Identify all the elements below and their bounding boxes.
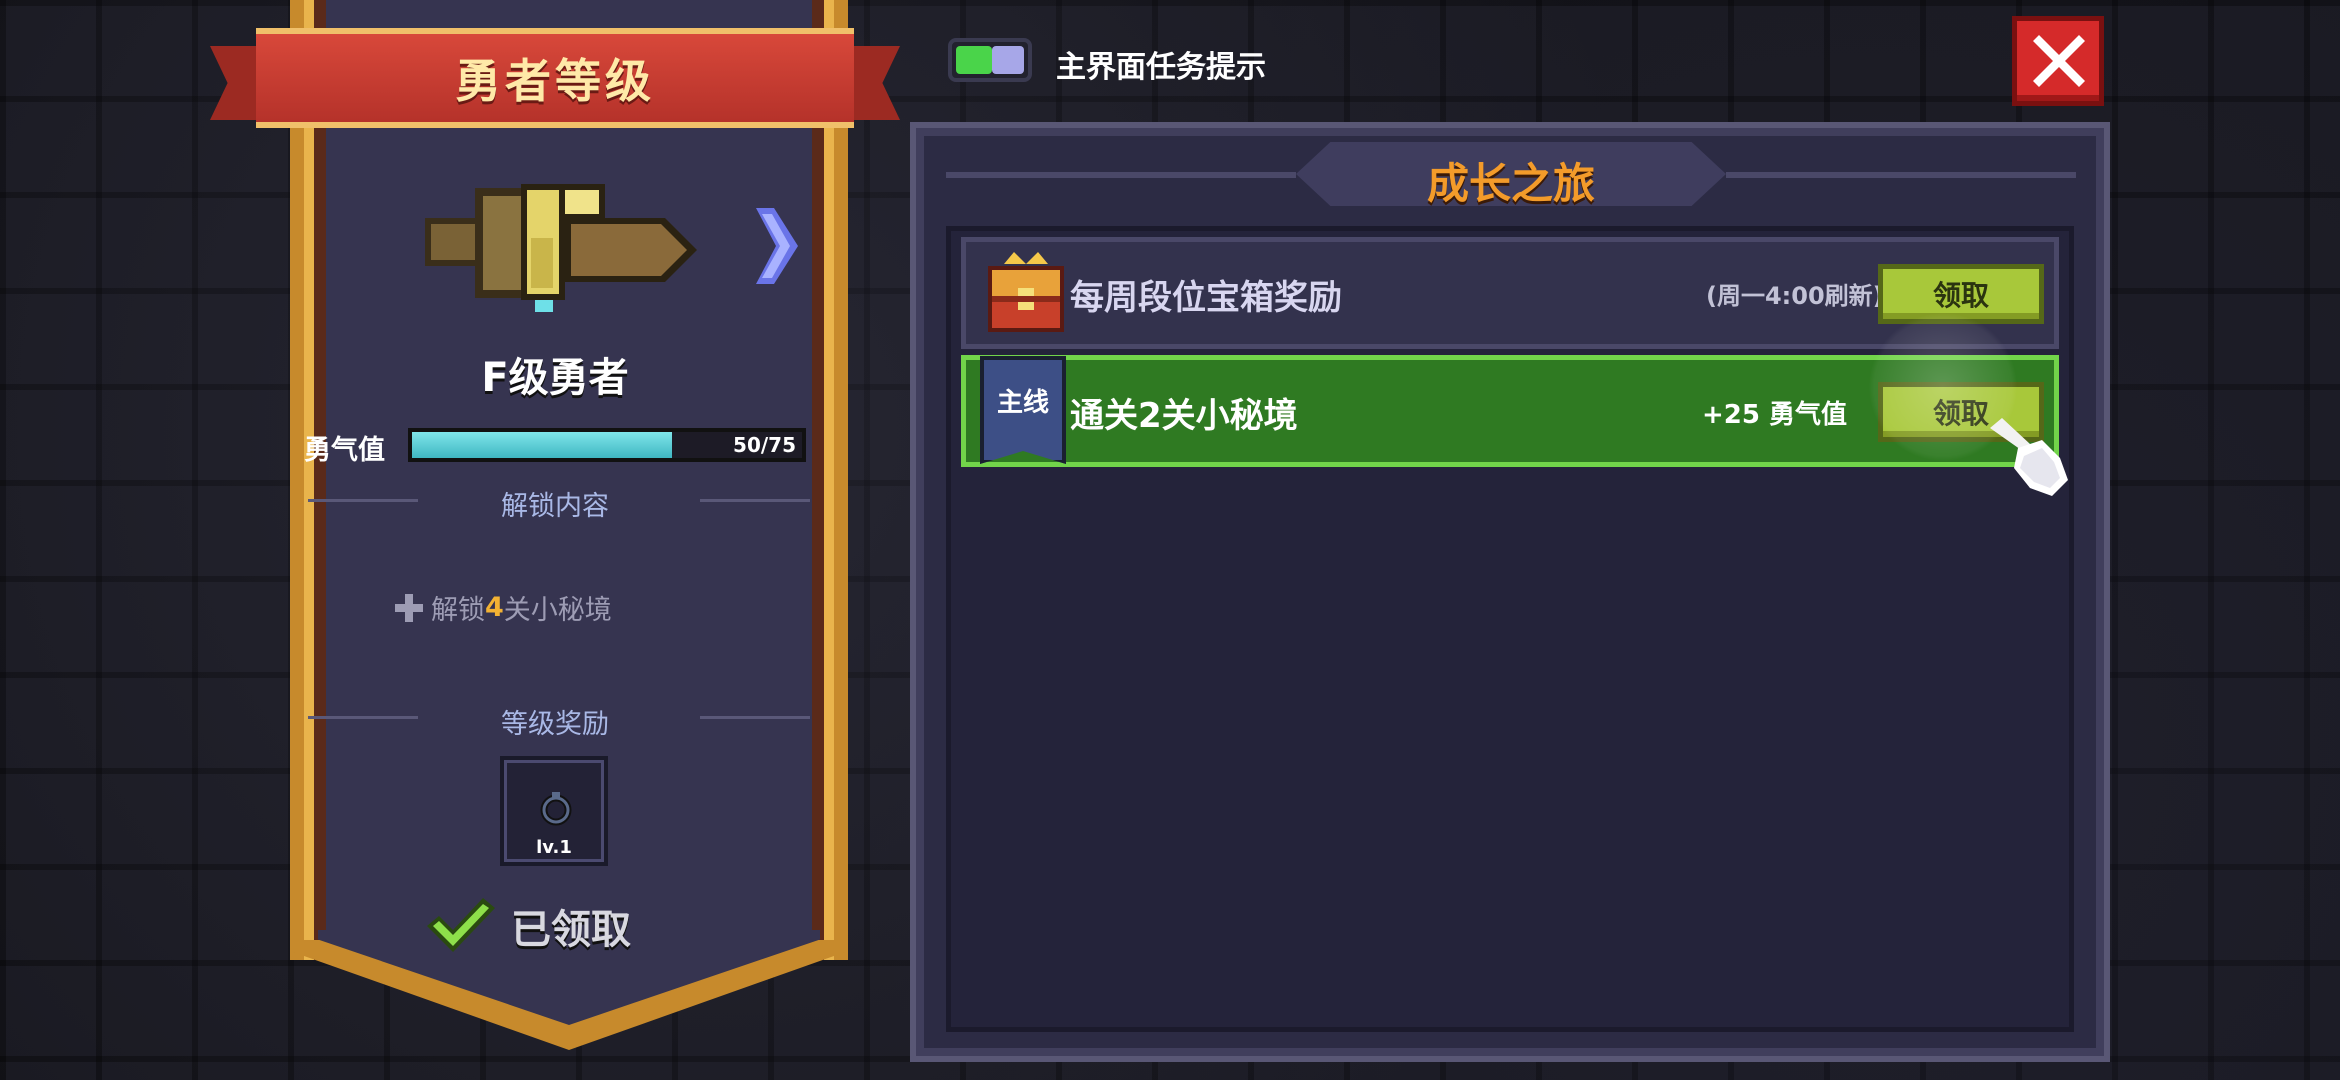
task-hint-label: 主界面任务提示	[1056, 50, 1266, 85]
mainline-badge: 主线	[980, 356, 1066, 464]
reward-level: lv.1	[536, 837, 572, 858]
banner-title: 勇者等级	[256, 28, 854, 128]
exp-progress-bar: 50/75	[408, 428, 806, 462]
tutorial-hand-icon	[1990, 418, 2068, 496]
unlock-suffix: 关小秘境	[503, 595, 612, 626]
divider	[700, 499, 810, 502]
task-title: 每周段位宝箱奖励	[1070, 278, 1342, 318]
exp-progress-fill	[412, 432, 672, 458]
ring-icon	[540, 792, 572, 826]
unlock-item: 解锁 4 关小秘境	[395, 588, 612, 627]
claimed-label: 已领取	[511, 907, 631, 953]
divider	[700, 716, 810, 719]
claimed-status: 已领取	[425, 896, 631, 956]
mainline-badge-label: 主线	[996, 388, 1049, 418]
task-title: 通关2关小秘境	[1070, 396, 1298, 436]
unlock-prefix: 解锁	[431, 595, 485, 626]
close-icon	[2033, 35, 2085, 87]
level-reward-slot[interactable]: lv.1	[500, 756, 608, 866]
unlock-number: 4	[485, 592, 504, 623]
unlock-section-title: 解锁内容	[501, 491, 609, 522]
reward-section-title: 等级奖励	[501, 709, 609, 740]
check-icon	[427, 898, 495, 952]
panel-title: 成长之旅	[1426, 159, 1595, 208]
banner-ribbon: 勇者等级	[210, 28, 900, 128]
exp-label: 勇气值	[304, 435, 385, 466]
rank-title: F级勇者	[481, 355, 629, 401]
plus-icon	[395, 593, 423, 622]
task-note: (周一4:00刷新)	[1706, 282, 1884, 310]
exp-progress-text: 50/75	[733, 433, 796, 457]
close-button[interactable]	[2012, 16, 2104, 106]
toggle-knob	[992, 46, 1024, 74]
rank-weapon-icon	[425, 184, 697, 312]
panel-header: 成长之旅	[916, 138, 2104, 212]
treasure-chest-icon	[988, 252, 1064, 332]
next-rank-arrow-icon[interactable]	[752, 208, 798, 284]
task-reward: +25 勇气值	[1702, 400, 1848, 430]
task-hint-toggle[interactable]	[948, 38, 1032, 82]
growth-journey-panel: 成长之旅 每周段位宝箱奖励 (周一4:00刷新) 领取 主线 通关2关小秘境 +…	[910, 122, 2110, 1062]
